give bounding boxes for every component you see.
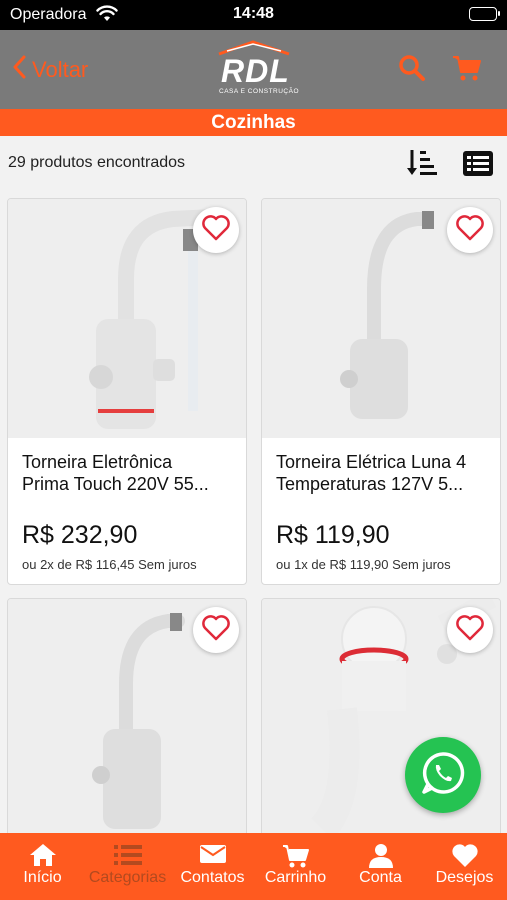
product-card[interactable]: Torneira Elétrica Luna 4 Temperaturas 12… [261,198,501,585]
tab-conta[interactable]: Conta [338,833,423,900]
tab-inicio[interactable]: Início [0,833,85,900]
tab-label: Contatos [180,869,245,886]
search-icon[interactable] [398,54,426,87]
results-toolbar: 29 produtos encontrados [0,136,507,188]
logo-text: RDL [221,53,290,89]
tab-label: Carrinho [264,869,327,886]
tab-categorias[interactable]: Categorias [85,833,170,900]
heart-outline-icon [202,214,230,246]
list-icon [85,843,170,867]
favorite-button[interactable] [447,207,493,253]
cart-icon [253,843,338,869]
battery-icon [469,7,500,21]
tab-label: Desejos [435,869,494,886]
whatsapp-button[interactable] [405,737,481,813]
product-name[interactable]: Torneira Eletrônica Prima Touch 220V 55.… [22,451,232,495]
tab-label: Conta [359,869,402,886]
brand-logo: RDL CASA E CONSTRUÇÃO [213,39,299,99]
tab-desejos[interactable]: Desejos [422,833,507,900]
product-price: R$ 119,90 [276,521,390,549]
results-count: 29 produtos encontrados [8,154,186,171]
product-card[interactable]: Torneira Eletrônica Prima Touch 220V 55.… [7,198,247,585]
heart-icon [422,843,507,869]
user-icon [338,843,423,869]
tab-bar: Início Categorias Contatos Carrinho Cont… [0,833,507,900]
product-installments: ou 2x de R$ 116,45 Sem juros [22,557,197,572]
product-installments: ou 1x de R$ 119,90 Sem juros [276,557,451,572]
sort-icon[interactable] [405,148,437,183]
whatsapp-icon [420,750,466,801]
cart-icon[interactable] [452,54,482,87]
chevron-left-icon [12,55,26,85]
heart-outline-icon [456,614,484,646]
logo-subtext: CASA E CONSTRUÇÃO [219,88,300,95]
tab-contatos[interactable]: Contatos [170,833,255,900]
category-title: Cozinhas [0,109,507,136]
favorite-button[interactable] [447,607,493,653]
navbar: Voltar RDL CASA E CONSTRUÇÃO [0,30,507,109]
back-button[interactable]: Voltar [12,55,88,85]
clock: 14:48 [233,5,274,22]
product-price: R$ 232,90 [22,521,138,549]
status-bar: Operadora 14:48 [0,0,507,30]
product-name[interactable]: Torneira Elétrica Luna 4 Temperaturas 12… [276,451,486,495]
heart-outline-icon [456,214,484,246]
mail-icon [170,843,255,865]
tab-label: Início [23,869,62,886]
favorite-button[interactable] [193,607,239,653]
home-icon [0,843,85,867]
heart-outline-icon [202,614,230,646]
product-card[interactable] [7,598,247,838]
tab-carrinho[interactable]: Carrinho [253,833,338,900]
favorite-button[interactable] [193,207,239,253]
list-view-icon[interactable] [462,150,494,182]
back-label: Voltar [32,57,89,82]
tab-label: Categorias [88,869,167,886]
